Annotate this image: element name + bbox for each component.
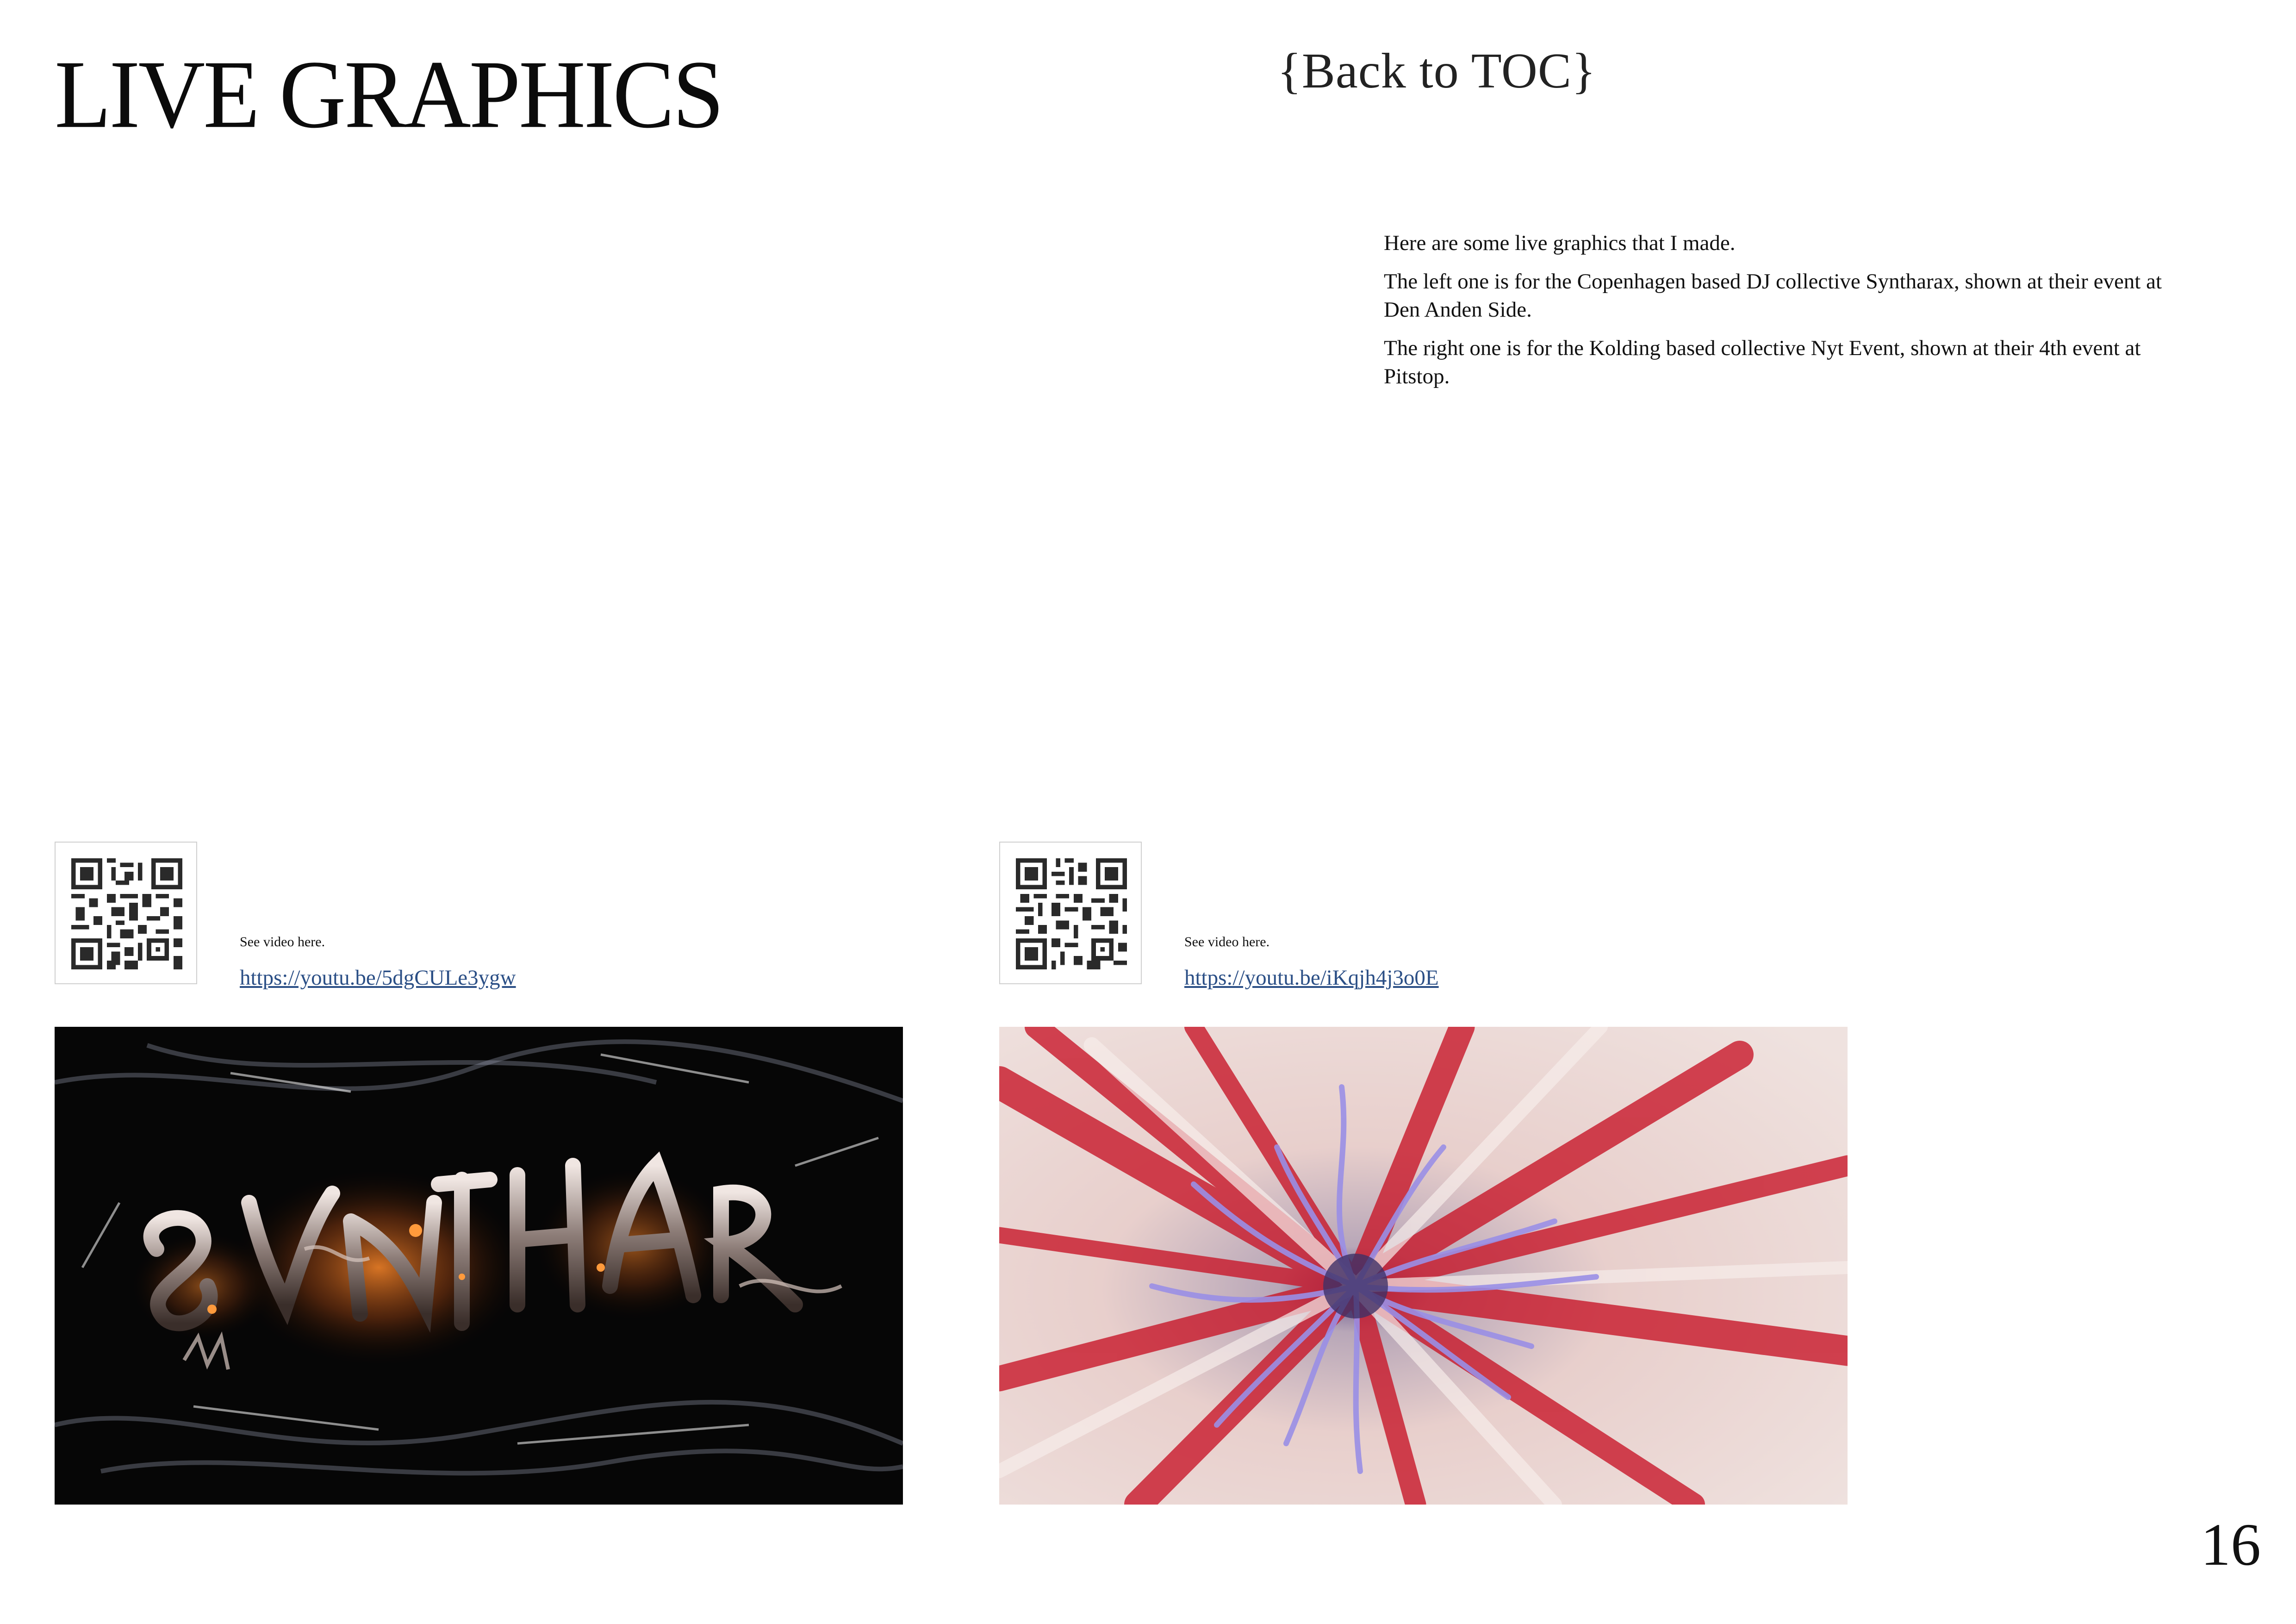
qr-code-icon — [71, 858, 182, 969]
video-link-right[interactable]: https://youtu.be/iKqjh4j3o0E — [1184, 965, 1439, 990]
qr-code-icon — [1016, 858, 1127, 969]
page-title: LIVE GRAPHICS — [55, 41, 724, 149]
intro-paragraph: The right one is for the Kolding based c… — [1384, 336, 2141, 388]
page-number: 16 — [2201, 1512, 2261, 1578]
see-video-caption: See video here. — [1184, 934, 1270, 949]
intro-paragraph: The left one is for the Copenhagen based… — [1384, 269, 2162, 322]
intro-text: Here are some live graphics that I made.… — [1384, 229, 2180, 401]
qr-code-left[interactable] — [55, 842, 197, 984]
nyt-event-video-thumbnail — [999, 1027, 1848, 1505]
qr-code-right[interactable] — [999, 842, 1142, 984]
see-video-caption: See video here. — [240, 934, 325, 949]
intro-paragraph: Here are some live graphics that I made. — [1384, 231, 1736, 255]
back-to-toc-link[interactable]: {Back to TOC} — [1277, 44, 1596, 99]
video-link-left[interactable]: https://youtu.be/5dgCULe3ygw — [240, 965, 516, 990]
syntharax-video-thumbnail — [55, 1027, 903, 1505]
